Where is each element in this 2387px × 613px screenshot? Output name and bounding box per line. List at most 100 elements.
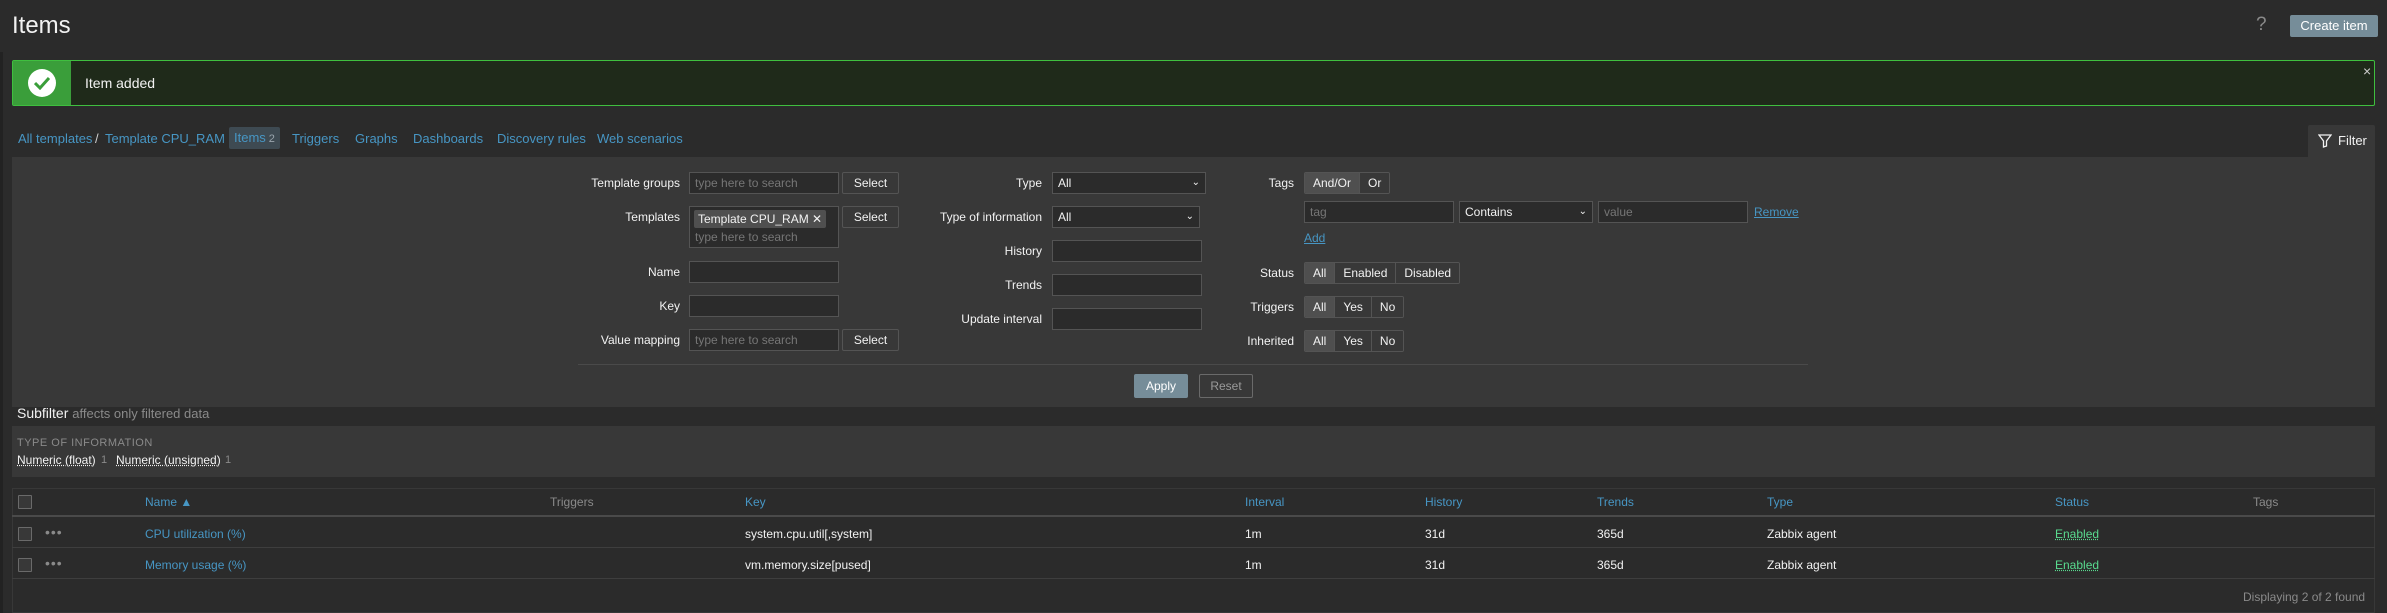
item-name-link[interactable]: Memory usage (%) <box>145 558 246 572</box>
item-history: 31d <box>1425 527 1446 541</box>
triggers-all-option[interactable]: All <box>1305 297 1335 317</box>
templates-multiselect[interactable]: Template CPU_RAM ✕ type here to search <box>689 206 839 248</box>
row-checkbox[interactable] <box>18 527 32 541</box>
tab-graphs[interactable]: Graphs <box>355 131 398 146</box>
row-divider <box>12 547 2375 548</box>
breadcrumb-separator: / <box>95 131 99 146</box>
column-header-interval[interactable]: Interval <box>1245 495 1284 509</box>
type-of-information-select[interactable]: All ⌄ <box>1052 206 1200 228</box>
name-input[interactable] <box>689 261 839 283</box>
templates-search-input[interactable]: type here to search <box>695 230 798 244</box>
reset-button[interactable]: Reset <box>1199 374 1253 398</box>
subfilter-title: Subfilter <box>17 405 69 421</box>
subfilter-item-float[interactable]: Numeric (float) <box>17 453 96 467</box>
breadcrumb-template[interactable]: Template CPU_RAM <box>105 131 225 146</box>
subfilter-hint: affects only filtered data <box>72 406 210 421</box>
item-trends: 365d <box>1597 558 1624 572</box>
update-interval-label: Update interval <box>961 312 1042 326</box>
column-header-trends[interactable]: Trends <box>1597 495 1634 509</box>
tag-operator-select[interactable]: Contains ⌄ <box>1459 201 1593 223</box>
tags-operator-toggle[interactable]: And/Or Or <box>1304 172 1391 194</box>
column-header-key[interactable]: Key <box>745 495 766 509</box>
type-of-information-value: All <box>1058 210 1072 224</box>
value-mapping-input[interactable]: type here to search <box>689 329 839 351</box>
key-label: Key <box>659 299 680 313</box>
chevron-down-icon: ⌄ <box>1578 206 1587 217</box>
more-actions-icon[interactable]: ••• <box>45 524 63 540</box>
item-trends: 365d <box>1597 527 1624 541</box>
tab-items-label: Items <box>234 130 266 145</box>
update-interval-input[interactable] <box>1052 308 1202 330</box>
triggers-no-option[interactable]: No <box>1370 297 1404 317</box>
navigation-tabs: All templates / Template CPU_RAM Items 2 … <box>0 125 2387 151</box>
inherited-toggle[interactable]: All Yes No <box>1304 330 1405 352</box>
close-icon[interactable]: × <box>2363 63 2371 79</box>
type-select[interactable]: All ⌄ <box>1052 172 1206 194</box>
trends-input[interactable] <box>1052 274 1202 296</box>
templates-select-button[interactable]: Select <box>842 206 899 228</box>
tags-or-option[interactable]: Or <box>1359 173 1390 193</box>
tab-items-count: 2 <box>268 133 275 145</box>
breadcrumb-all-templates[interactable]: All templates <box>18 131 92 146</box>
column-header-history[interactable]: History <box>1425 495 1462 509</box>
tag-value-input[interactable]: value <box>1598 201 1748 223</box>
chevron-down-icon: ⌄ <box>1191 177 1200 188</box>
item-status-toggle[interactable]: Enabled <box>2055 527 2099 541</box>
item-name-link[interactable]: CPU utilization (%) <box>145 527 246 541</box>
create-item-button[interactable]: Create item <box>2290 15 2378 37</box>
inherited-all-option[interactable]: All <box>1305 331 1335 351</box>
template-groups-select-button[interactable]: Select <box>842 172 899 194</box>
status-disabled-option[interactable]: Disabled <box>1395 263 1460 283</box>
status-toggle[interactable]: All Enabled Disabled <box>1304 262 1461 284</box>
tag-name-input[interactable]: tag <box>1304 201 1454 223</box>
triggers-toggle[interactable]: All Yes No <box>1304 296 1405 318</box>
more-actions-icon[interactable]: ••• <box>45 555 63 571</box>
tags-label: Tags <box>1268 176 1294 190</box>
select-all-checkbox[interactable] <box>18 495 32 509</box>
filter-tab[interactable]: Filter <box>2308 125 2375 157</box>
filter-tab-label: Filter <box>2338 133 2367 148</box>
value-mapping-select-button[interactable]: Select <box>842 329 899 351</box>
type-select-value: All <box>1058 176 1072 190</box>
triggers-label: Triggers <box>1250 300 1294 314</box>
subfilter-item-float-count: 1 <box>101 454 108 466</box>
tab-dashboards[interactable]: Dashboards <box>413 131 483 146</box>
inherited-yes-option[interactable]: Yes <box>1334 331 1371 351</box>
column-header-name[interactable]: Name ▲ <box>145 495 192 509</box>
subfilter-item-unsigned[interactable]: Numeric (unsigned) <box>116 453 221 467</box>
triggers-yes-option[interactable]: Yes <box>1334 297 1371 317</box>
item-key: system.cpu.util[,system] <box>745 527 873 541</box>
item-history: 31d <box>1425 558 1446 572</box>
status-all-option[interactable]: All <box>1305 263 1335 283</box>
tags-andor-option[interactable]: And/Or <box>1305 173 1360 193</box>
header-divider <box>12 515 2375 517</box>
key-input[interactable] <box>689 295 839 317</box>
status-enabled-option[interactable]: Enabled <box>1334 263 1396 283</box>
item-status-toggle[interactable]: Enabled <box>2055 558 2099 572</box>
table-footer-count: Displaying 2 of 2 found <box>2243 590 2366 604</box>
add-tag-link[interactable]: Add <box>1304 231 1325 245</box>
inherited-no-option[interactable]: No <box>1370 331 1404 351</box>
tab-items[interactable]: Items 2 <box>229 127 280 149</box>
template-chip: Template CPU_RAM ✕ <box>694 210 827 228</box>
tab-triggers[interactable]: Triggers <box>292 131 339 146</box>
apply-button[interactable]: Apply <box>1134 374 1188 398</box>
subfilter-category: TYPE OF INFORMATION <box>17 437 153 449</box>
remove-tag-link[interactable]: Remove <box>1754 205 1799 219</box>
template-chip-label: Template CPU_RAM <box>698 212 809 226</box>
history-input[interactable] <box>1052 240 1202 262</box>
row-divider <box>12 578 2375 579</box>
column-header-type[interactable]: Type <box>1767 495 1793 509</box>
help-icon[interactable]: ? <box>2256 14 2267 36</box>
value-mapping-label: Value mapping <box>600 333 680 347</box>
subfilter-heading: Subfilter affects only filtered data <box>17 405 209 421</box>
status-label: Status <box>1259 266 1294 280</box>
item-interval: 1m <box>1245 558 1262 572</box>
column-header-status[interactable]: Status <box>2055 495 2089 509</box>
tab-web-scenarios[interactable]: Web scenarios <box>597 131 683 146</box>
template-groups-input[interactable]: type here to search <box>689 172 839 194</box>
success-message: Item added × <box>12 60 2375 106</box>
row-checkbox[interactable] <box>18 558 32 572</box>
remove-chip-icon[interactable]: ✕ <box>812 212 822 226</box>
tab-discovery-rules[interactable]: Discovery rules <box>497 131 586 146</box>
